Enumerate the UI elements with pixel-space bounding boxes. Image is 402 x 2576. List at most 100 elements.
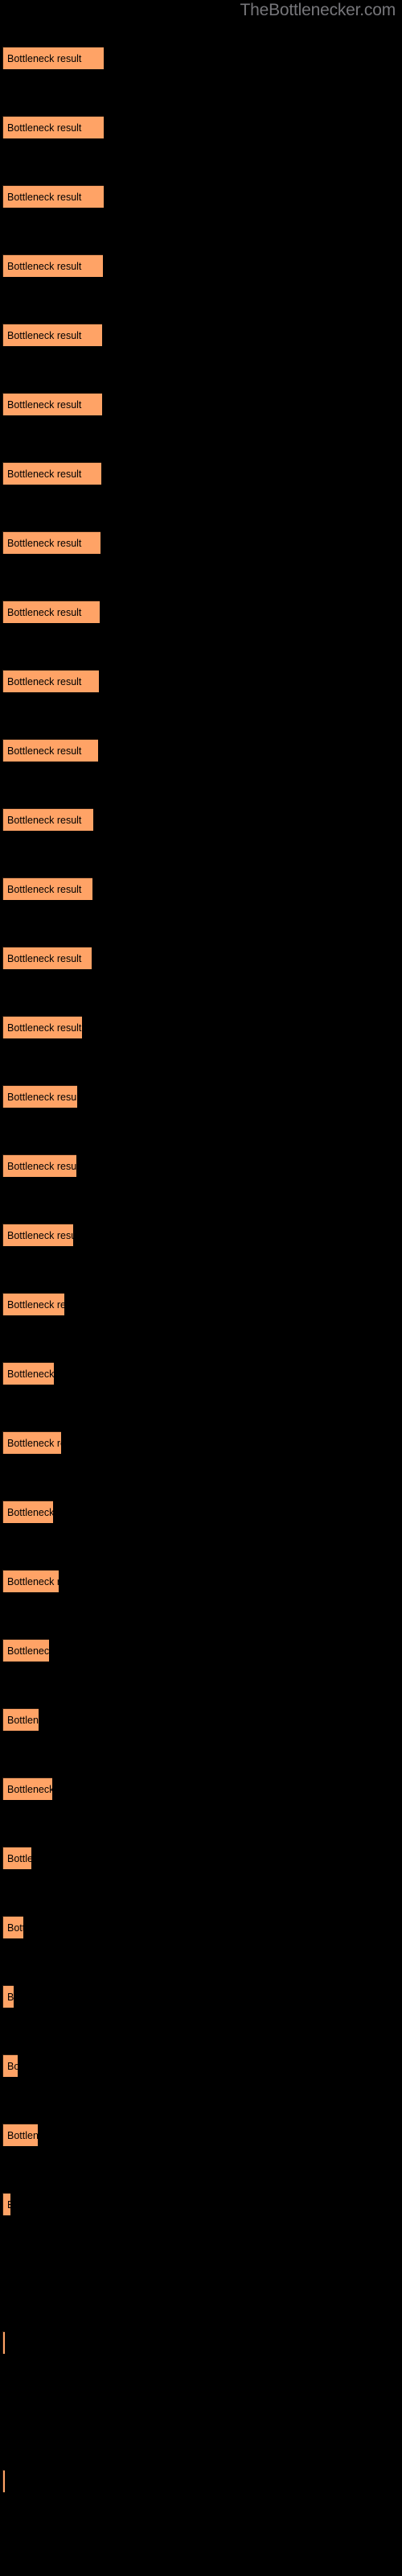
bar-label: Bottleneck result [7,1506,53,1518]
bar-row: Bottleneck result [0,877,402,900]
bar-row: Bottleneck result [0,1016,402,1038]
bar-label: Bottleneck result [7,606,82,618]
bottleneck-result-bar[interactable]: Bottleneck result [2,2124,38,2146]
bottleneck-result-bar[interactable]: Bottleneck result [2,877,92,900]
bottleneck-result-bar[interactable]: Bottleneck result [2,1708,39,1731]
bottleneck-result-bar[interactable]: Bottleneck result [2,947,92,969]
bar-row [0,2262,402,2285]
bar-label: Bottleneck result [7,260,82,272]
bar-label: Bottleneck result [7,1437,61,1449]
bar-row: Bottleneck result [0,462,402,485]
bottleneck-result-bar[interactable]: Bottleneck result [2,2193,10,2215]
bottleneck-result-bar[interactable]: Bottleneck result [2,324,102,346]
bottleneck-result-bar[interactable]: Bottleneck result [2,1916,23,1938]
bar-row: Bottleneck result [0,1847,402,1869]
bar-row: Bottleneck result [0,2470,402,2492]
bar-label: Bottleneck result [7,2199,10,2211]
bottleneck-result-bar[interactable]: Bottleneck result [2,1570,59,1592]
bar-label: Bottleneck result [7,122,82,134]
bottleneck-result-bar[interactable]: Bottleneck result [2,2470,5,2492]
bar-row: Bottleneck result [0,1916,402,1938]
bottleneck-result-bar[interactable]: Bottleneck result [2,116,104,138]
bar-row: Bottleneck result [0,670,402,692]
bar-row: Bottleneck result [0,1985,402,2008]
bar-label: Bottleneck result [7,191,82,203]
bar-row: Bottleneck result [0,324,402,346]
bottleneck-result-bar[interactable]: Bottleneck result [2,1985,14,2008]
bottleneck-result-bar[interactable]: Bottleneck result [2,47,104,69]
bar-row: Bottleneck result [0,1501,402,1523]
bar-row [0,2401,402,2423]
bottleneck-result-bar[interactable]: Bottleneck result [2,1293,64,1315]
bar-row: Bottleneck result [0,1154,402,1177]
bar-row: Bottleneck result [0,2124,402,2146]
bottleneck-bar-chart: Bottleneck result Bottleneck result Bottle… [0,0,402,2576]
bar-row: Bottleneck result [0,1362,402,1385]
bar-row: Bottleneck result [0,2054,402,2077]
bottleneck-result-bar[interactable]: Bottleneck result [2,185,104,208]
bottleneck-result-bar[interactable]: Bottleneck result [2,1362,54,1385]
bar-row: Bottleneck result [0,601,402,623]
bottleneck-result-bar[interactable]: Bottleneck result [2,670,99,692]
bar-row: Bottleneck result [0,1224,402,1246]
bar-label: Bottleneck result [7,883,82,895]
bottleneck-result-bar[interactable]: Bottleneck result [2,1431,61,1454]
bar-label: Bottleneck result [7,2129,38,2141]
bottleneck-result-bar[interactable]: Bottleneck result [2,462,101,485]
bottleneck-result-bar[interactable]: Bottleneck result [2,739,98,762]
bottleneck-result-bar[interactable]: Bottleneck result [2,1501,53,1523]
bar-row: Bottleneck result [0,185,402,208]
bar-row: Bottleneck result [0,2331,402,2354]
bar-row: Bottleneck result [0,254,402,277]
bar-row: Bottleneck result [0,1085,402,1108]
bar-label: Bottleneck result [7,1229,73,1241]
bottleneck-result-bar[interactable]: Bottleneck result [2,254,103,277]
bottleneck-result-bar[interactable]: Bottleneck result [2,601,100,623]
bar-label: Bottleneck result [7,329,82,341]
bar-label: Bottleneck result [7,1368,54,1380]
bar-row: Bottleneck result [0,47,402,69]
bar-row: Bottleneck result [0,2193,402,2215]
bar-label: Bottleneck result [7,1298,64,1311]
bottleneck-result-bar[interactable]: Bottleneck result [2,2054,18,2077]
bar-label: Bottleneck result [7,1991,14,2003]
bottleneck-result-bar[interactable]: Bottleneck result [2,808,93,831]
bottleneck-result-bar[interactable]: Bottleneck result [2,531,100,554]
bar-label: Bottleneck result [7,398,82,411]
bottleneck-result-bar[interactable]: Bottleneck result [2,1154,76,1177]
bar-label: Bottleneck result [7,1783,52,1795]
bottleneck-result-bar[interactable]: Bottleneck result [2,1847,31,1869]
bar-row: Bottleneck result [0,1570,402,1592]
bar-label: Bottleneck result [7,1714,39,1726]
bar-label: Bottleneck result [7,1575,59,1587]
bar-row: Bottleneck result [0,531,402,554]
bar-row: Bottleneck result [0,947,402,969]
bar-label: Bottleneck result [7,675,82,687]
bar-label: Bottleneck result [7,1091,77,1103]
bar-row: Bottleneck result [0,739,402,762]
bar-label: Bottleneck result [7,814,82,826]
bar-label: Bottleneck result [7,1922,23,1934]
bar-row: Bottleneck result [0,116,402,138]
bar-label: Bottleneck result [7,1160,76,1172]
bottleneck-result-bar[interactable]: Bottleneck result [2,1639,49,1662]
bar-label: Bottleneck result [7,1645,49,1657]
bar-row: Bottleneck result [0,1293,402,1315]
bottleneck-result-bar[interactable]: Bottleneck result [2,2331,5,2354]
bottleneck-result-bar[interactable]: Bottleneck result [2,1016,82,1038]
bar-row: Bottleneck result [0,1777,402,1800]
bar-row: Bottleneck result [0,1708,402,1731]
bar-label: Bottleneck result [7,52,82,64]
bar-label: Bottleneck result [7,952,82,964]
bottleneck-result-bar[interactable]: Bottleneck result [2,1224,73,1246]
bar-label: Bottleneck result [7,2060,18,2072]
bar-row: Bottleneck result [0,1639,402,1662]
bottleneck-result-bar[interactable]: Bottleneck result [2,393,102,415]
bar-label: Bottleneck result [7,1852,31,1864]
bar-row: Bottleneck result [0,1431,402,1454]
bar-row: Bottleneck result [0,808,402,831]
bar-label: Bottleneck result [7,468,82,480]
bar-label: Bottleneck result [7,745,82,757]
bottleneck-result-bar[interactable]: Bottleneck result [2,1085,77,1108]
bottleneck-result-bar[interactable]: Bottleneck result [2,1777,52,1800]
